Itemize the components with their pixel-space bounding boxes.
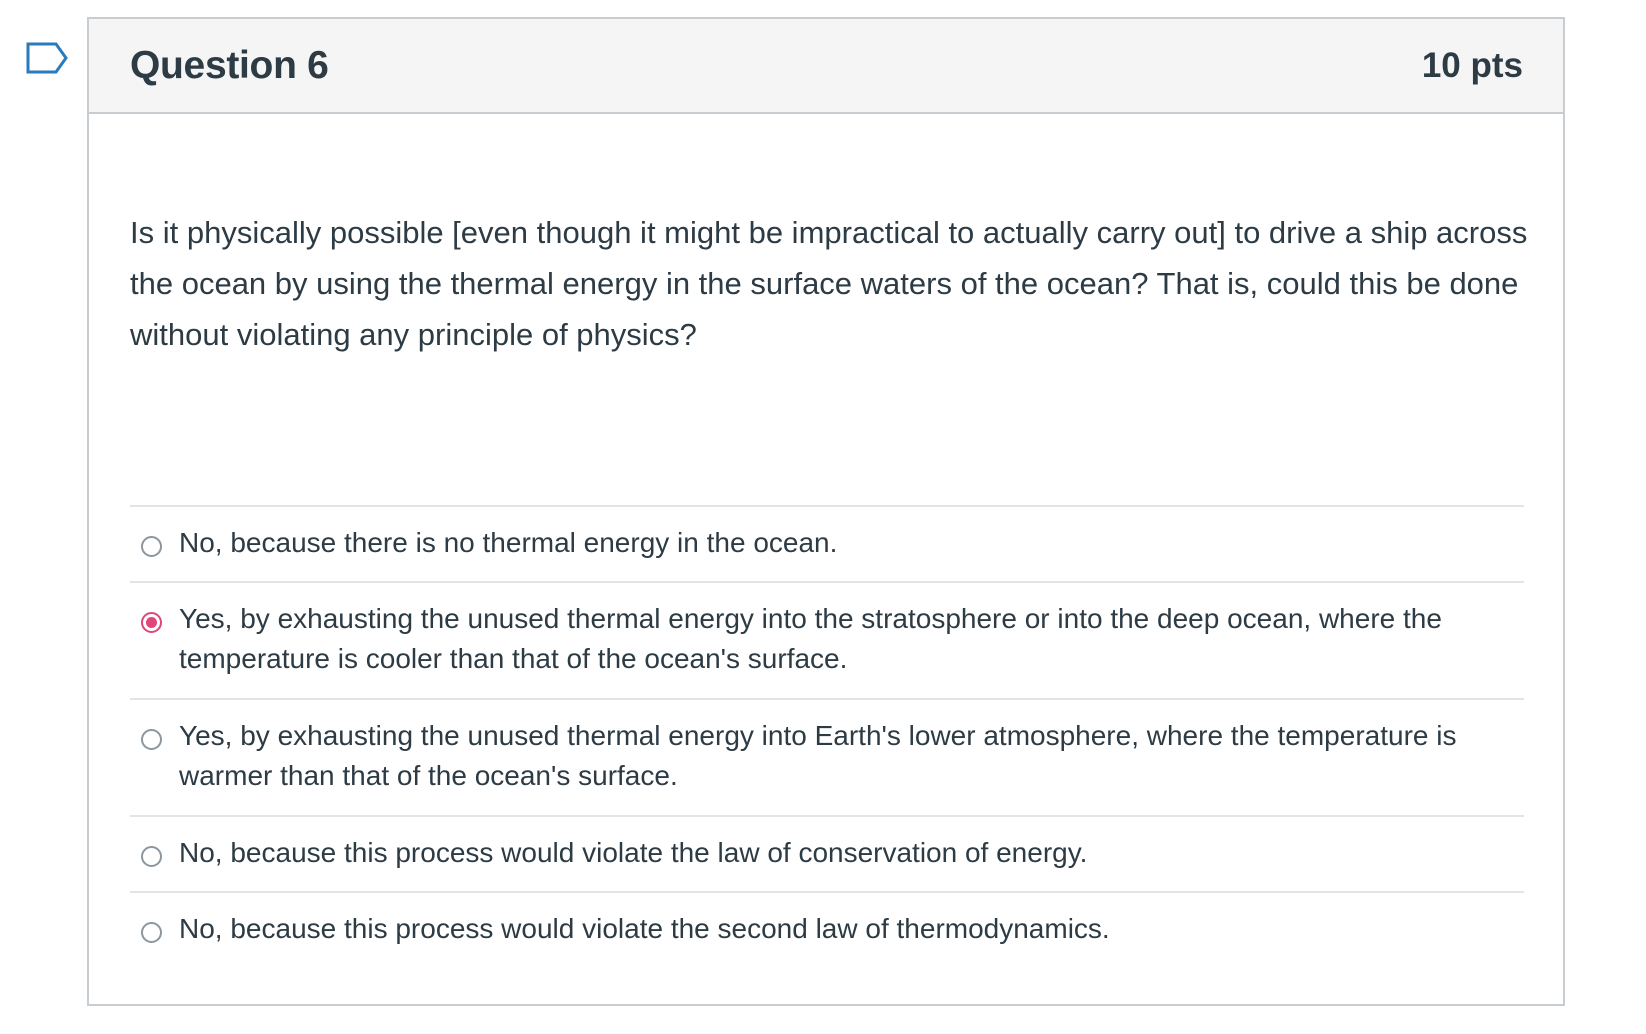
answer-label[interactable]: No, because this process would violate t… — [179, 909, 1110, 949]
radio-button-selected[interactable] — [141, 612, 162, 633]
answer-option[interactable]: Yes, by exhausting the unused thermal en… — [130, 700, 1524, 817]
question-text: Is it physically possible [even though i… — [130, 215, 1528, 352]
radio-button[interactable] — [141, 922, 162, 943]
flag-icon[interactable] — [26, 42, 68, 78]
answer-label[interactable]: Yes, by exhausting the unused thermal en… — [179, 716, 1524, 796]
answer-label[interactable]: Yes, by exhausting the unused thermal en… — [179, 599, 1524, 679]
question-title: Question 6 — [130, 43, 329, 87]
radio-button[interactable] — [141, 846, 162, 867]
radio-button[interactable] — [141, 729, 162, 750]
answer-label[interactable]: No, because this process would violate t… — [179, 833, 1087, 873]
radio-button[interactable] — [141, 536, 162, 557]
answer-option[interactable]: Yes, by exhausting the unused thermal en… — [130, 583, 1524, 700]
question-card: Question 6 10 pts Is it physically possi… — [87, 17, 1565, 1006]
question-points: 10 pts — [1421, 45, 1523, 85]
answer-option[interactable]: No, because there is no thermal energy i… — [130, 507, 1524, 583]
question-header: Question 6 10 pts — [89, 19, 1563, 114]
answer-label[interactable]: No, because there is no thermal energy i… — [179, 523, 837, 563]
answer-option[interactable]: No, because this process would violate t… — [130, 817, 1524, 893]
answer-option[interactable]: No, because this process would violate t… — [130, 893, 1524, 969]
answer-list: No, because there is no thermal energy i… — [130, 505, 1524, 969]
